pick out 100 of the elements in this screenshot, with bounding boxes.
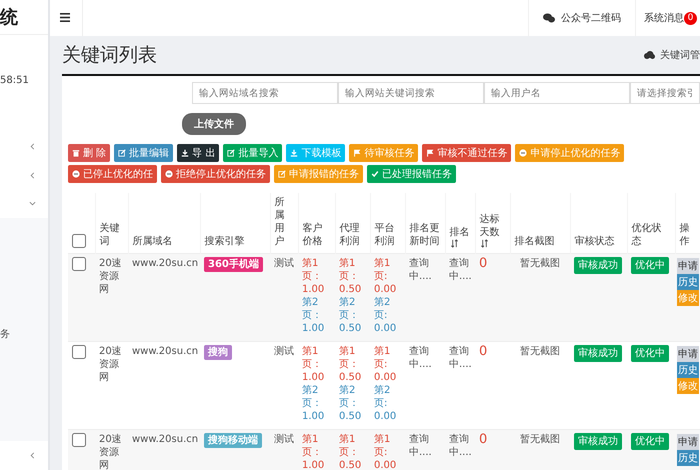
chat-bubbles-icon: [543, 13, 555, 23]
search-field[interactable]: 输入网站域名搜索: [192, 82, 338, 104]
update-time-cell: 查询中....: [409, 346, 432, 370]
row-action-button[interactable]: 申请: [677, 258, 699, 274]
domain-cell: www.20su.cn: [132, 346, 198, 357]
action-button[interactable]: 下载模板: [286, 144, 346, 162]
screenshot-cell: 暂无截图: [520, 346, 560, 357]
edit-icon: [118, 149, 126, 157]
keyword-cell: 20速资源网: [99, 346, 122, 383]
keyword-cell: 20速资源网: [99, 434, 122, 470]
column-header: 平台利润: [374, 222, 396, 248]
column-header[interactable]: 达标天数: [480, 213, 506, 239]
page-title: 关键词列表: [62, 43, 158, 68]
sort-icon[interactable]: [450, 239, 458, 248]
action-button[interactable]: 已处理报错任务: [367, 165, 456, 183]
minus-circle-icon: [72, 170, 80, 178]
row-action-button[interactable]: 历史: [677, 362, 699, 378]
flag-icon: [426, 149, 434, 157]
row-action-button[interactable]: 申请: [677, 434, 699, 450]
audit-status-tag: 审核成功: [574, 345, 622, 362]
breadcrumb-link[interactable]: 关键词管: [660, 48, 700, 62]
action-button[interactable]: 导 出: [177, 144, 220, 162]
message-count-badge: 0: [684, 12, 697, 24]
search-field[interactable]: 请选择搜索引: [630, 82, 700, 104]
domain-cell: www.20su.cn: [132, 434, 198, 445]
price-entry: 第2页： 1.00: [302, 296, 326, 335]
days-cell: 0: [479, 432, 488, 447]
action-button[interactable]: 删 除: [68, 144, 110, 162]
update-time-cell: 查询中....: [409, 434, 432, 458]
qr-code-link[interactable]: 公众号二维码: [561, 11, 621, 25]
action-button[interactable]: 批量编辑: [114, 144, 174, 162]
edit-icon: [227, 149, 236, 157]
price-entry: 第1页: 0.00: [374, 345, 398, 384]
price-entry: 第2页: 0.00: [374, 296, 398, 335]
column-header[interactable]: 排名: [450, 226, 470, 239]
chevron-left-icon[interactable]: [29, 172, 36, 179]
domain-cell: www.20su.cn: [132, 258, 198, 269]
row-action-button[interactable]: 历史: [677, 274, 699, 290]
chevron-left-icon[interactable]: [29, 143, 36, 150]
column-header: 搜索引擎: [204, 235, 246, 248]
row-action-button[interactable]: 申请: [677, 346, 699, 362]
screenshot-cell: 暂无截图: [520, 434, 560, 445]
column-header: 排名截图: [514, 235, 556, 248]
check-icon: [371, 170, 379, 178]
audit-status-tag: 审核成功: [574, 257, 622, 274]
audit-status-tag: 审核成功: [574, 433, 622, 450]
optimize-status-tag: 优化中: [631, 433, 669, 450]
action-button[interactable]: 审核不通过任务: [422, 144, 512, 162]
chevron-left-icon[interactable]: [29, 452, 36, 460]
price-entry: 第1页： 0.50: [339, 433, 362, 470]
user-cell: 测试: [274, 434, 294, 445]
action-button[interactable]: 批量导入: [223, 144, 282, 162]
menu-item[interactable]: 务: [0, 327, 48, 342]
column-header: 所属域名: [132, 235, 174, 248]
sort-icon[interactable]: [480, 239, 488, 248]
price-entry: 第1页: 0.00: [374, 433, 398, 470]
row-checkbox[interactable]: [72, 345, 86, 359]
price-entry: 第1页: 0.00: [374, 257, 398, 296]
row-action-button[interactable]: 历史: [677, 450, 699, 466]
messages-link[interactable]: 系统消息: [644, 11, 684, 25]
days-cell: 0: [479, 344, 488, 359]
action-button[interactable]: 拒绝停止优化的任务: [161, 165, 270, 183]
row-action-button[interactable]: 修改: [677, 378, 699, 394]
rank-cell: 查询中....: [449, 346, 472, 370]
action-button[interactable]: 待审核任务: [349, 144, 418, 162]
price-entry: 第2页： 0.50: [339, 384, 362, 423]
action-button[interactable]: 申请停止优化的任务: [515, 144, 624, 162]
rank-cell: 查询中....: [449, 258, 472, 282]
clock-text: 58:51: [0, 75, 30, 86]
price-entry: 第1页： 1.00: [302, 433, 326, 470]
action-button[interactable]: 申请报错的任务: [274, 165, 363, 183]
cloud-icon: [644, 51, 655, 59]
column-header: 代理利润: [340, 222, 360, 248]
row-action-button[interactable]: 修改: [677, 290, 699, 306]
minus-circle-icon: [165, 170, 173, 178]
keyword-cell: 20速资源网: [99, 258, 122, 295]
action-button[interactable]: 已停止优化的任: [68, 165, 157, 183]
trash-icon: [72, 149, 80, 157]
engine-tag: 360手机端: [204, 257, 263, 272]
screenshot-cell: 暂无截图: [520, 258, 560, 269]
row-checkbox[interactable]: [72, 257, 86, 271]
menu-icon[interactable]: [60, 0, 83, 36]
download-icon: [181, 149, 190, 157]
row-checkbox[interactable]: [72, 433, 86, 447]
price-entry: 第2页： 0.50: [339, 296, 362, 335]
days-cell: 0: [479, 256, 488, 271]
engine-tag: 搜狗: [204, 345, 232, 360]
search-field[interactable]: 输入用户名: [484, 82, 630, 104]
select-all-checkbox[interactable]: [72, 234, 86, 248]
minus-circle-icon: [519, 149, 528, 157]
search-field[interactable]: 输入网站关键词搜索: [338, 82, 484, 104]
app-title: 统: [0, 0, 48, 36]
user-cell: 测试: [274, 258, 294, 269]
upload-button[interactable]: 上传文件: [182, 113, 246, 135]
chevron-down-icon[interactable]: [29, 200, 36, 208]
column-header: 审核状态: [574, 235, 616, 248]
price-entry: 第2页： 1.00: [302, 384, 326, 423]
edit-icon: [278, 170, 286, 178]
column-header: 优化状态: [632, 222, 662, 248]
optimize-status-tag: 优化中: [631, 345, 669, 362]
